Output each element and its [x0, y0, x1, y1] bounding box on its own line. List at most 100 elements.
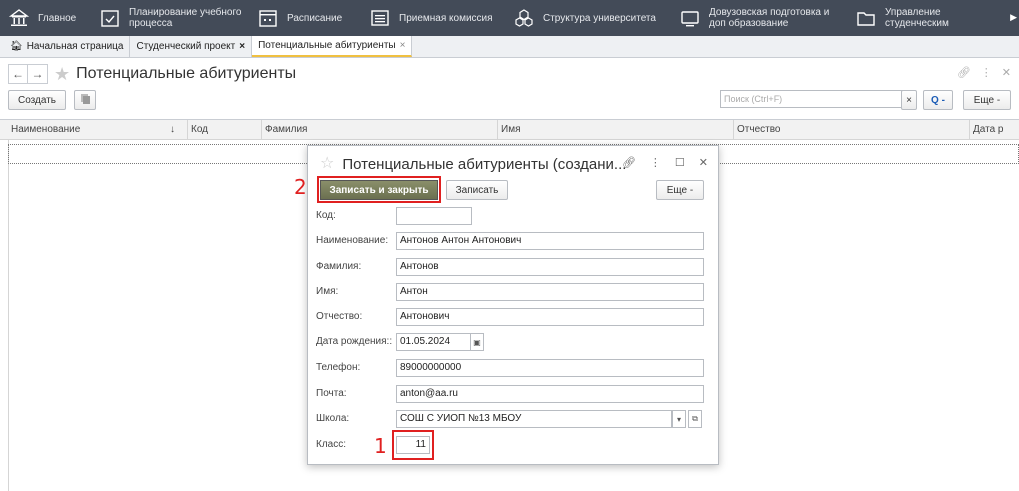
save-button[interactable]: Записать	[446, 180, 508, 200]
column-header-birth-date[interactable]: Дата р	[970, 120, 1019, 140]
phone-field[interactable]: 89000000000	[396, 359, 704, 377]
forward-button[interactable]: →	[28, 64, 48, 84]
name-field[interactable]: Антонов Антон Антонович	[396, 232, 704, 250]
tab-home-label: Начальная страница	[26, 41, 124, 52]
top-nav-bar: Главное Планирование учебного процесса Р…	[0, 0, 1019, 36]
nav-preuniversity-label: Довузовская подготовка и доп образование	[709, 7, 830, 29]
sort-down-icon: ↓	[170, 124, 175, 135]
first-name-label: Имя:	[316, 286, 339, 297]
nav-main[interactable]: Главное	[0, 0, 95, 36]
page-title: Потенциальные абитуриенты	[76, 65, 297, 82]
nav-students[interactable]: Управление студенческим составом	[851, 0, 1011, 36]
code-label: Код:	[316, 210, 336, 221]
more-button[interactable]: Еще -	[656, 180, 704, 200]
search-input[interactable]: Поиск (Ctrl+F)	[720, 90, 906, 108]
code-field[interactable]	[396, 207, 472, 225]
tab-student-project[interactable]: Студенческий проект ×	[130, 36, 253, 57]
table-left-border	[8, 140, 9, 491]
close-icon[interactable]: ×	[239, 41, 245, 52]
nav-preuniversity[interactable]: Довузовская подготовка и доп образование	[675, 0, 851, 36]
dialog-header-icons: 🔗︎ ⋮ ☐ ✕	[622, 156, 708, 169]
favorite-star-icon[interactable]: ☆	[320, 155, 334, 173]
copy-button[interactable]	[74, 90, 96, 110]
nav-structure-label: Структура университета	[543, 12, 656, 24]
structure-icon	[513, 7, 535, 29]
home-icon: 🏠︎	[10, 41, 23, 52]
nav-students-label: Управление студенческим составом	[885, 7, 949, 29]
back-button[interactable]: ←	[8, 64, 28, 84]
monitor-icon	[679, 7, 701, 29]
create-button[interactable]: Создать	[8, 90, 66, 110]
nav-schedule[interactable]: Расписание	[253, 0, 365, 36]
birth-date-label: Дата рождения::	[316, 336, 393, 347]
dialog-title: Потенциальные абитуриенты (создани...	[342, 155, 627, 173]
folder-icon	[855, 7, 877, 29]
school-field[interactable]: СОШ С УИОП №13 МБОУ	[396, 410, 672, 428]
arrow-left-icon: ←	[12, 67, 24, 81]
middle-name-label: Отчество:	[316, 311, 363, 322]
copy-icon	[79, 93, 91, 108]
link-icon[interactable]: 🔗︎	[957, 66, 971, 79]
school-open-button[interactable]: ⧉	[688, 410, 702, 428]
save-and-close-button[interactable]: Записать и закрыть	[320, 180, 438, 200]
table-header: Наименование ↓ Код Фамилия Имя Отчество …	[0, 120, 1019, 140]
tab-student-project-label: Студенческий проект	[136, 41, 236, 52]
create-applicant-dialog: ☆ Потенциальные абитуриенты (создани... …	[294, 145, 719, 465]
page-header: ← → ★ Потенциальные абитуриенты	[8, 62, 296, 86]
nav-structure[interactable]: Структура университета	[509, 0, 675, 36]
more-vertical-icon[interactable]: ⋮	[981, 66, 992, 79]
home-icon	[8, 7, 30, 29]
close-icon[interactable]: ×	[400, 40, 406, 51]
more-button[interactable]: Еще -	[963, 90, 1011, 110]
column-header-middle-name[interactable]: Отчество	[734, 120, 970, 140]
birth-date-field[interactable]: 01.05.2024	[396, 333, 478, 351]
open-tabs-bar: 🏠︎ Начальная страница Студенческий проек…	[0, 36, 1019, 58]
nav-admissions[interactable]: Приемная комиссия	[365, 0, 509, 36]
arrow-right-icon: →	[31, 67, 44, 81]
email-label: Почта:	[316, 388, 347, 399]
school-dropdown-button[interactable]: ▾	[672, 410, 686, 428]
search-button[interactable]: Q -	[923, 90, 953, 110]
tab-potential-applicants[interactable]: Потенциальные абитуриенты ×	[252, 36, 413, 57]
calendar-check-icon	[99, 7, 121, 29]
grade-field[interactable]: 11	[396, 436, 430, 454]
column-header-name[interactable]: Наименование ↓	[8, 120, 188, 140]
name-label: Наименование:	[316, 235, 389, 246]
nav-admissions-label: Приемная комиссия	[399, 12, 493, 24]
step-2-marker: 2	[294, 175, 307, 199]
chevron-down-icon: ▾	[676, 414, 681, 424]
step-1-marker: 1	[374, 434, 387, 458]
list-toolbar: Создать Поиск (Ctrl+F) × Q - Еще -	[8, 90, 1011, 110]
column-header-first-name[interactable]: Имя	[498, 120, 734, 140]
nav-scroll-right-icon[interactable]: ▶	[1010, 12, 1017, 23]
favorite-star-icon[interactable]: ★	[54, 65, 70, 83]
close-icon[interactable]: ✕	[699, 156, 708, 169]
more-vertical-icon[interactable]: ⋮	[650, 156, 661, 169]
maximize-icon[interactable]: ☐	[675, 156, 685, 169]
grade-label: Класс:	[316, 439, 346, 450]
open-link-icon: ⧉	[692, 414, 698, 423]
close-icon[interactable]: ✕	[1002, 66, 1011, 79]
middle-name-field[interactable]: Антонович	[396, 308, 704, 326]
phone-label: Телефон:	[316, 362, 361, 373]
tab-potential-applicants-label: Потенциальные абитуриенты	[258, 40, 396, 51]
nav-main-label: Главное	[38, 12, 77, 24]
link-icon[interactable]: 🔗︎	[622, 156, 636, 169]
clear-search-button[interactable]: ×	[901, 90, 917, 110]
column-header-last-name[interactable]: Фамилия	[262, 120, 498, 140]
calendar-icon	[257, 7, 279, 29]
nav-planning-label: Планирование учебного процесса	[129, 7, 242, 29]
last-name-field[interactable]: Антонов	[396, 258, 704, 276]
nav-schedule-label: Расписание	[287, 12, 343, 24]
calendar-icon: ▣	[473, 337, 481, 347]
calendar-picker-button[interactable]: ▣	[470, 333, 484, 351]
tab-home[interactable]: 🏠︎ Начальная страница	[0, 36, 131, 57]
school-label: Школа:	[316, 413, 350, 424]
nav-planning[interactable]: Планирование учебного процесса	[95, 0, 253, 36]
last-name-label: Фамилия:	[316, 261, 362, 272]
dialog-title-bar: ☆ Потенциальные абитуриенты (создани...	[320, 155, 626, 173]
email-field[interactable]: anton@aa.ru	[396, 385, 704, 403]
column-header-code[interactable]: Код	[188, 120, 262, 140]
first-name-field[interactable]: Антон	[396, 283, 704, 301]
list-icon	[369, 7, 391, 29]
